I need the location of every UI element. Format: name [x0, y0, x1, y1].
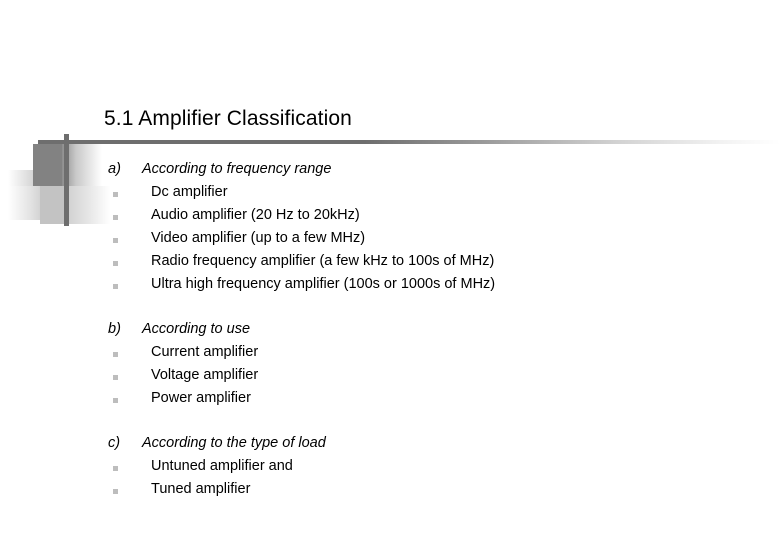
square-bullet-icon: [113, 466, 118, 471]
square-bullet-icon: [113, 398, 118, 403]
square-bullet-icon: [113, 375, 118, 380]
section-marker: b): [108, 321, 121, 337]
list-item: Ultra high frequency amplifier (100s or …: [0, 276, 780, 299]
list-item: Radio frequency amplifier (a few kHz to …: [0, 253, 780, 276]
slide-canvas: 5.1 Amplifier Classification a) According…: [0, 0, 780, 540]
square-bullet-icon: [113, 352, 118, 357]
section-title: According to frequency range: [142, 161, 332, 177]
slide-body: a) According to frequency range Dc amplifi…: [0, 0, 780, 540]
list-item: Dc amplifier: [0, 184, 780, 207]
list-item-label: Current amplifier: [151, 344, 259, 360]
section-group: b) According to use Current amplifier Volta…: [0, 321, 780, 413]
section-heading: b) According to use: [0, 321, 780, 344]
list-item-label: Radio frequency amplifier (a few kHz to …: [151, 253, 495, 269]
list-item: Current amplifier: [0, 344, 780, 367]
square-bullet-icon: [113, 238, 118, 243]
list-item: Audio amplifier (20 Hz to 20kHz): [0, 207, 780, 230]
section-marker: c): [108, 435, 121, 451]
list-item-label: Untuned amplifier and: [151, 458, 293, 474]
square-bullet-icon: [113, 215, 118, 220]
square-bullet-icon: [113, 489, 118, 494]
list-item-label: Voltage amplifier: [151, 367, 259, 383]
section-title: According to the type of load: [142, 435, 326, 451]
square-bullet-icon: [113, 192, 118, 197]
list-item: Video amplifier (up to a few MHz): [0, 230, 780, 253]
section-heading: c) According to the type of load: [0, 435, 780, 458]
section-group: a) According to frequency range Dc amplifi…: [0, 161, 780, 299]
square-bullet-icon: [113, 284, 118, 289]
list-item: Power amplifier: [0, 390, 780, 413]
list-item-label: Tuned amplifier: [151, 481, 251, 497]
section-marker: a): [108, 161, 121, 177]
list-item: Voltage amplifier: [0, 367, 780, 390]
list-item-label: Dc amplifier: [151, 184, 228, 200]
list-item: Tuned amplifier: [0, 481, 780, 504]
list-item-label: Audio amplifier (20 Hz to 20kHz): [151, 207, 360, 223]
section-group: c) According to the type of load Untuned a…: [0, 435, 780, 504]
section-title: According to use: [142, 321, 251, 337]
square-bullet-icon: [113, 261, 118, 266]
section-heading: a) According to frequency range: [0, 161, 780, 184]
list-item-label: Ultra high frequency amplifier (100s or …: [151, 276, 496, 292]
list-item: Untuned amplifier and: [0, 458, 780, 481]
list-item-label: Video amplifier (up to a few MHz): [151, 230, 366, 246]
list-item-label: Power amplifier: [151, 390, 251, 406]
